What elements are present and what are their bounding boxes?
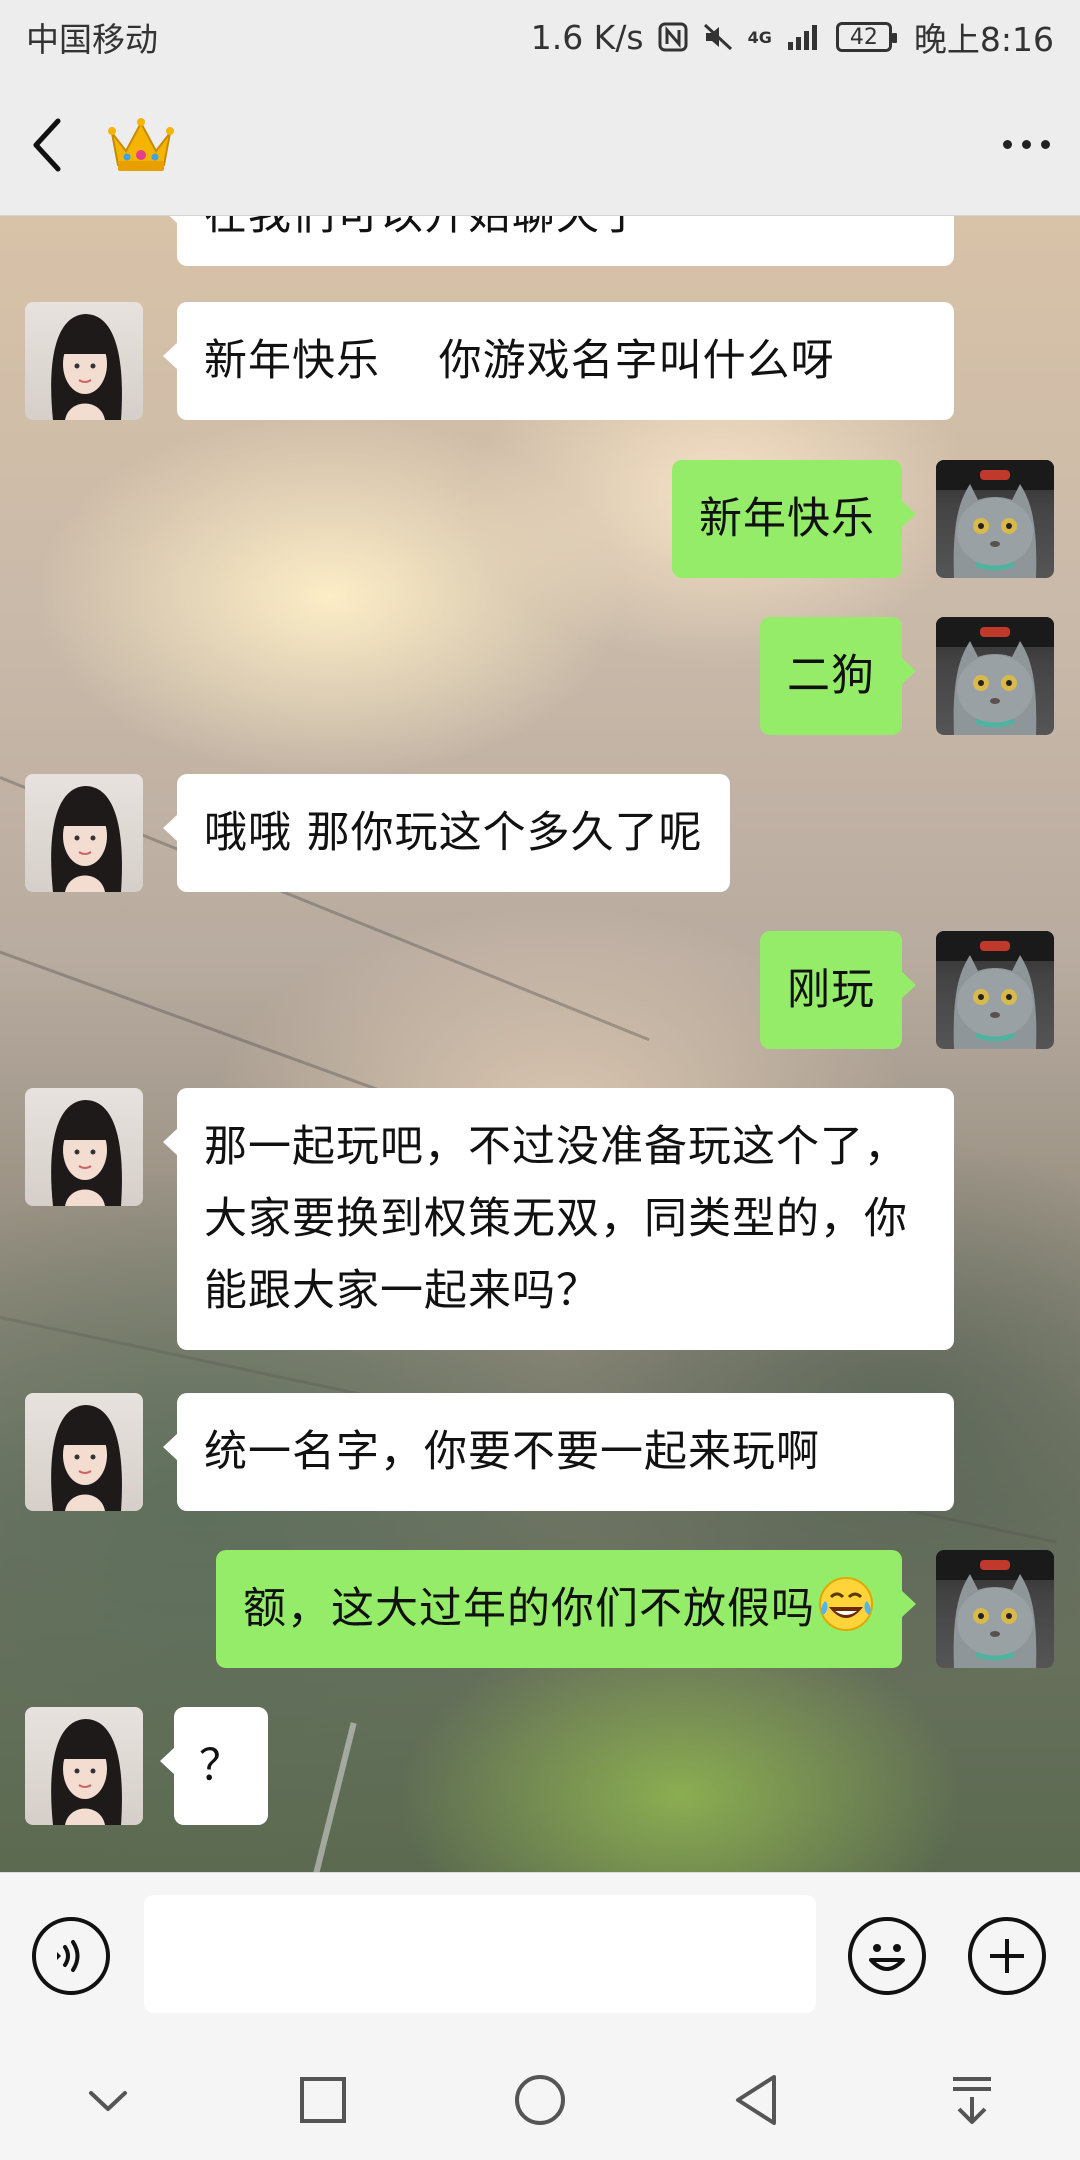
message-bubble[interactable]: 刚玩 [760,931,916,1049]
download-icon[interactable] [947,2073,997,2127]
contact-avatar[interactable] [25,1088,143,1206]
message-text: 在我们可以开始聊天了 [204,216,644,240]
message-bubble[interactable]: 那一起玩吧，不过没准备玩这个了，大家要换到权策无双，同类型的，你能跟大家一起来吗… [163,1088,954,1350]
square-icon[interactable] [298,2075,348,2125]
contact-avatar[interactable] [25,1707,143,1825]
message-bubble[interactable]: 二狗 [760,617,916,735]
chat-header [0,74,1080,216]
mute-icon [703,23,732,51]
laugh-cry-emoji-icon [819,1577,873,1631]
message-bubble[interactable]: 哦哦 那你玩这个多久了呢 [163,774,730,892]
message-text: 二狗 [787,651,875,701]
network-speed: 1.6 K/s [530,17,644,57]
message-text: 那一起玩吧，不过没准备玩这个了，大家要换到权策无双，同类型的，你能跟大家一起来吗… [204,1122,908,1316]
contact-avatar[interactable] [25,1393,143,1511]
contact-avatar[interactable] [25,302,143,420]
message-text: 新年快乐 [699,494,875,544]
signal-icon [787,25,817,50]
my-avatar[interactable] [936,617,1054,735]
message-bubble[interactable]: ？ [160,1707,268,1825]
circle-icon[interactable] [513,2073,567,2127]
my-avatar[interactable] [936,931,1054,1049]
battery-level: 42 [849,24,878,50]
message-bubble[interactable]: 额，这大过年的你们不放假吗 [216,1550,916,1668]
input-bar [0,1872,1080,2041]
my-avatar[interactable] [936,1550,1054,1668]
header-left [30,117,174,173]
chevron-down-icon[interactable] [83,2075,133,2125]
message-text: 刚玩 [787,965,875,1015]
message-bubble[interactable]: 新年快乐 你游戏名字叫什么呀 [163,302,954,420]
chevron-left-icon[interactable] [30,117,64,173]
back-triangle-icon[interactable] [732,2073,782,2127]
emoji-icon[interactable] [848,1917,926,1995]
chat-area[interactable]: 在我们可以开始聊天了 新年快乐 你游戏名字叫什么呀 新年快乐 [0,216,1080,1872]
message-bubble[interactable]: 在我们可以开始聊天了 [163,216,954,266]
plus-icon[interactable] [968,1917,1046,1995]
voice-icon[interactable] [32,1917,110,1995]
message-text: 额，这大过年的你们不放假吗 [243,1584,815,1634]
message-input[interactable] [144,1895,816,2013]
message-text: 新年快乐 你游戏名字叫什么呀 [204,336,835,386]
my-avatar[interactable] [936,460,1054,578]
contact-avatar[interactable] [25,774,143,892]
status-right: 1.6 K/s 4G 42 晚上8:16 [531,13,1054,61]
more-dots-icon[interactable] [1003,140,1050,149]
message-text: ？ [199,1741,243,1791]
clock: 晚上8:16 [913,20,1054,59]
nfc-icon [658,22,688,52]
crown-icon [108,117,174,171]
battery-icon: 42 [835,22,897,52]
message-text: 统一名字，你要不要一起来玩啊 [204,1427,820,1477]
status-bar: 中国移动 1.6 K/s 4G 42 晚上8:16 [0,0,1080,74]
carrier-label: 中国移动 [26,20,158,59]
network-type-label: 4G [747,27,772,47]
system-nav-bar [0,2040,1080,2160]
message-bubble[interactable]: 新年快乐 [672,460,916,578]
message-text: 哦哦 那你玩这个多久了呢 [204,808,703,858]
message-bubble[interactable]: 统一名字，你要不要一起来玩啊 [163,1393,954,1511]
